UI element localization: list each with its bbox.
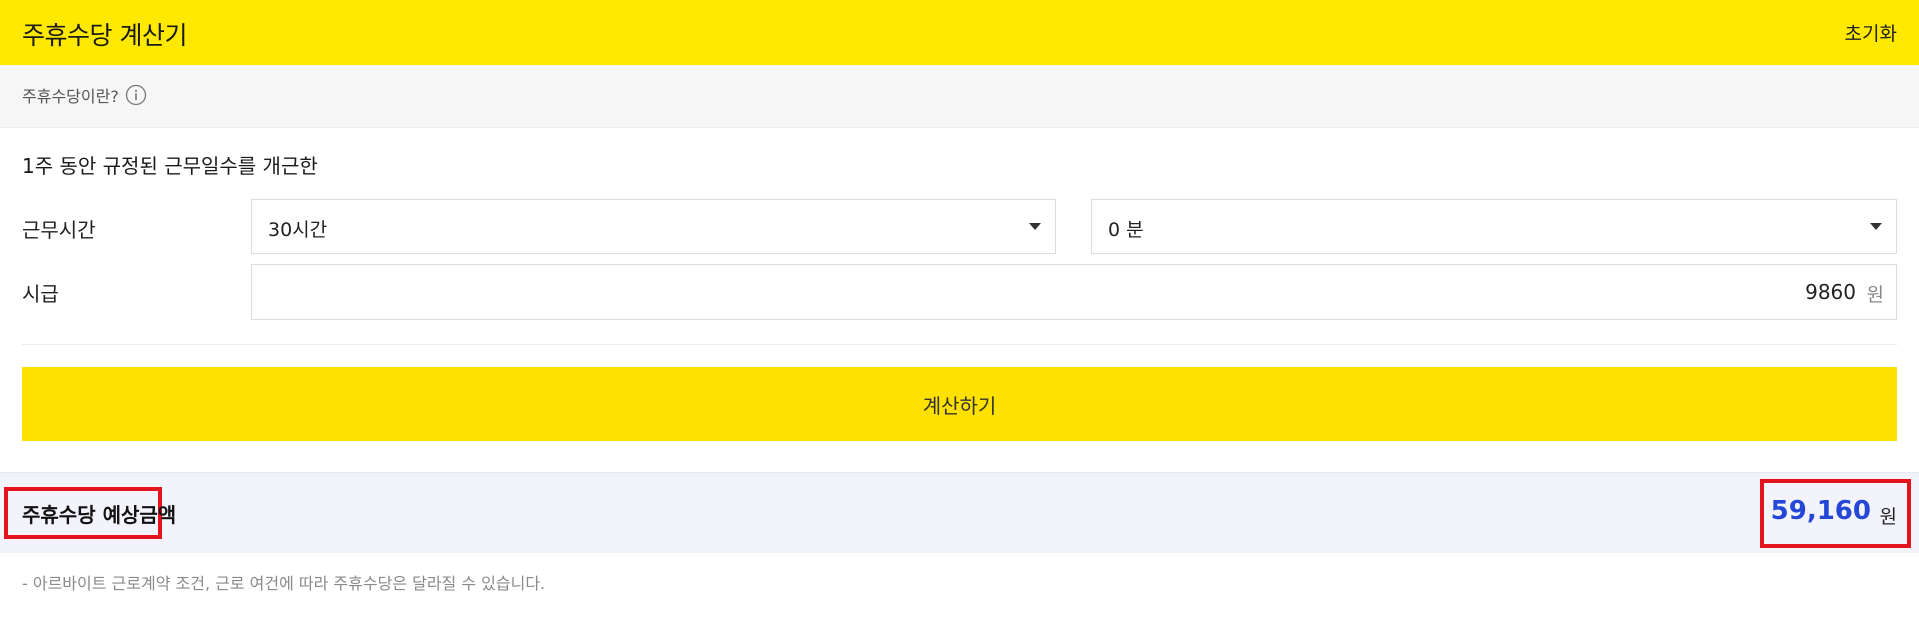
result-amount: 59,160 [1770, 496, 1871, 526]
info-link-label: 주휴수당이란? [22, 87, 119, 106]
hours-select[interactable]: 30시간 [251, 199, 1056, 254]
minutes-select-value: 0 분 [1108, 219, 1144, 241]
form-heading: 1주 동안 규정된 근무일수를 개근한 [22, 154, 318, 178]
hourly-wage-unit: 원 [1866, 284, 1884, 306]
hourly-wage-value: 9860 [1805, 280, 1856, 304]
notice-text: - 아르바이트 근로계약 조건, 근로 여건에 따라 주휴수당은 달라질 수 있… [22, 574, 546, 593]
page-title: 주휴수당 계산기 [22, 21, 187, 50]
result-bar: 주휴수당 예상금액 59,160 원 [0, 472, 1919, 553]
reset-button[interactable]: 초기화 [1845, 19, 1897, 46]
app-header: 주휴수당 계산기 초기화 [0, 0, 1919, 65]
chevron-down-icon [1029, 223, 1041, 230]
result-unit: 원 [1879, 506, 1897, 528]
hourly-wage-input[interactable]: 9860 원 [251, 264, 1897, 320]
result-label: 주휴수당 예상금액 [22, 503, 177, 527]
minutes-select[interactable]: 0 분 [1091, 199, 1897, 254]
chevron-down-icon [1870, 223, 1882, 230]
info-icon[interactable] [125, 84, 147, 106]
info-bar: 주휴수당이란? [0, 65, 1919, 128]
work-time-label: 근무시간 [22, 218, 96, 242]
hourly-wage-label: 시급 [22, 282, 59, 306]
calculate-button[interactable]: 계산하기 [22, 367, 1897, 441]
hours-select-value: 30시간 [268, 219, 328, 241]
info-link[interactable]: 주휴수당이란? [22, 83, 147, 107]
app-root: 주휴수당 계산기 초기화 주휴수당이란? 1주 동안 규정된 근무일수를 개근한… [0, 0, 1919, 632]
divider [22, 344, 1897, 345]
